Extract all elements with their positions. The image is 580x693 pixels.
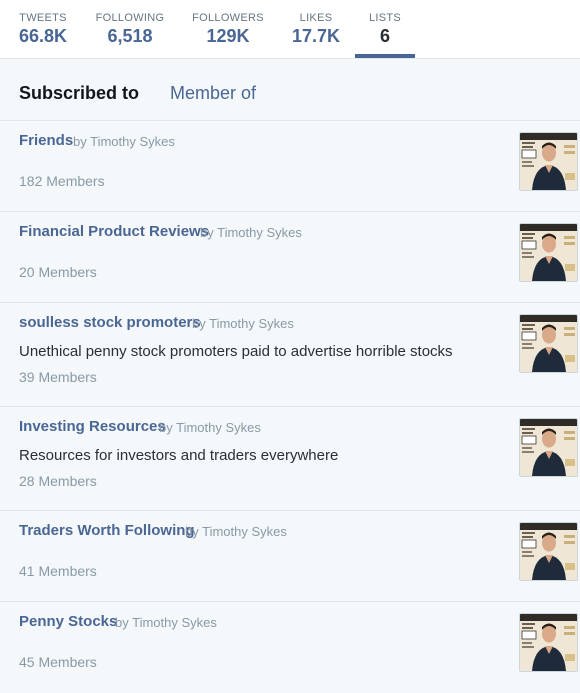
list-owner-name[interactable]: Timothy Sykes [209,316,294,331]
list-members-count[interactable]: 39 Members [19,369,97,385]
list-name[interactable]: soulless stock promoters [19,314,201,331]
list-item[interactable]: soulless stock promoters by Timothy Syke… [0,303,580,407]
list-owner-name[interactable]: Timothy Sykes [202,524,287,539]
stat-following-value: 6,518 [107,26,153,46]
list-item[interactable]: Investing Resources by Timothy Sykes Res… [0,407,580,511]
list-name[interactable]: Friends [19,132,73,149]
by-label: by [115,615,129,630]
stat-lists-label: LISTS [368,12,402,24]
list-members-count[interactable]: 20 Members [19,264,97,280]
list-owner-byline: by Timothy Sykes [159,420,261,435]
stat-followers-value: 129K [206,26,250,46]
lists-content: Subscribed to Member of Friends by Timot… [0,59,580,672]
stat-tweets-label: TWEETS [19,12,67,24]
list-owner-byline: by Timothy Sykes [200,225,302,240]
list-members-count[interactable]: 182 Members [19,173,105,189]
list-name[interactable]: Financial Product Reviews [19,223,209,240]
stat-tweets[interactable]: TWEETS 66.8K [8,0,78,58]
list-members-count[interactable]: 28 Members [19,473,97,489]
stat-tweets-value: 66.8K [18,26,68,46]
owner-avatar[interactable] [519,223,578,282]
list-members-count[interactable]: 41 Members [19,563,97,579]
list-item[interactable]: Penny Stocks by Timothy Sykes 45 Members [0,602,580,693]
stat-likes[interactable]: LIKES 17.7K [286,0,346,58]
list-item[interactable]: Friends by Timothy Sykes 182 Members [0,121,580,212]
list-name[interactable]: Penny Stocks [19,613,117,630]
by-label: by [159,420,173,435]
list-item[interactable]: Traders Worth Following by Timothy Sykes… [0,511,580,602]
lists-tabs: Subscribed to Member of [0,59,580,121]
stat-lists[interactable]: LISTS 6 [355,0,415,58]
stat-likes-label: LIKES [299,12,333,24]
list-description: Resources for investors and traders ever… [19,447,339,464]
list-description: Unethical penny stock promoters paid to … [19,343,453,360]
list-owner-byline: by Timothy Sykes [185,524,287,539]
owner-avatar[interactable] [519,522,578,581]
list-owner-byline: by Timothy Sykes [73,134,175,149]
list-owner-name[interactable]: Timothy Sykes [90,134,175,149]
stat-lists-value: 6 [379,26,390,46]
owner-avatar[interactable] [519,613,578,672]
list-owner-byline: by Timothy Sykes [115,615,217,630]
tab-subscribed-to[interactable]: Subscribed to [19,83,139,104]
by-label: by [192,316,206,331]
stat-likes-value: 17.7K [291,26,341,46]
stat-followers[interactable]: FOLLOWERS 129K [188,0,268,58]
list-owner-name[interactable]: Timothy Sykes [132,615,217,630]
tab-member-of[interactable]: Member of [170,83,256,104]
list-owner-byline: by Timothy Sykes [192,316,294,331]
owner-avatar[interactable] [519,132,578,191]
stat-followers-label: FOLLOWERS [192,12,264,24]
owner-avatar[interactable] [519,314,578,373]
by-label: by [73,134,87,149]
stat-following-label: FOLLOWING [95,12,165,24]
profile-stats-bar: TWEETS 66.8K FOLLOWING 6,518 FOLLOWERS 1… [0,0,580,59]
list-name[interactable]: Investing Resources [19,418,166,435]
owner-avatar[interactable] [519,418,578,477]
by-label: by [185,524,199,539]
list-name[interactable]: Traders Worth Following [19,522,195,539]
by-label: by [200,225,214,240]
list-members-count[interactable]: 45 Members [19,654,97,670]
list-owner-name[interactable]: Timothy Sykes [176,420,261,435]
list-owner-name[interactable]: Timothy Sykes [217,225,302,240]
list-item[interactable]: Financial Product Reviews by Timothy Syk… [0,212,580,303]
stat-following[interactable]: FOLLOWING 6,518 [90,0,170,58]
